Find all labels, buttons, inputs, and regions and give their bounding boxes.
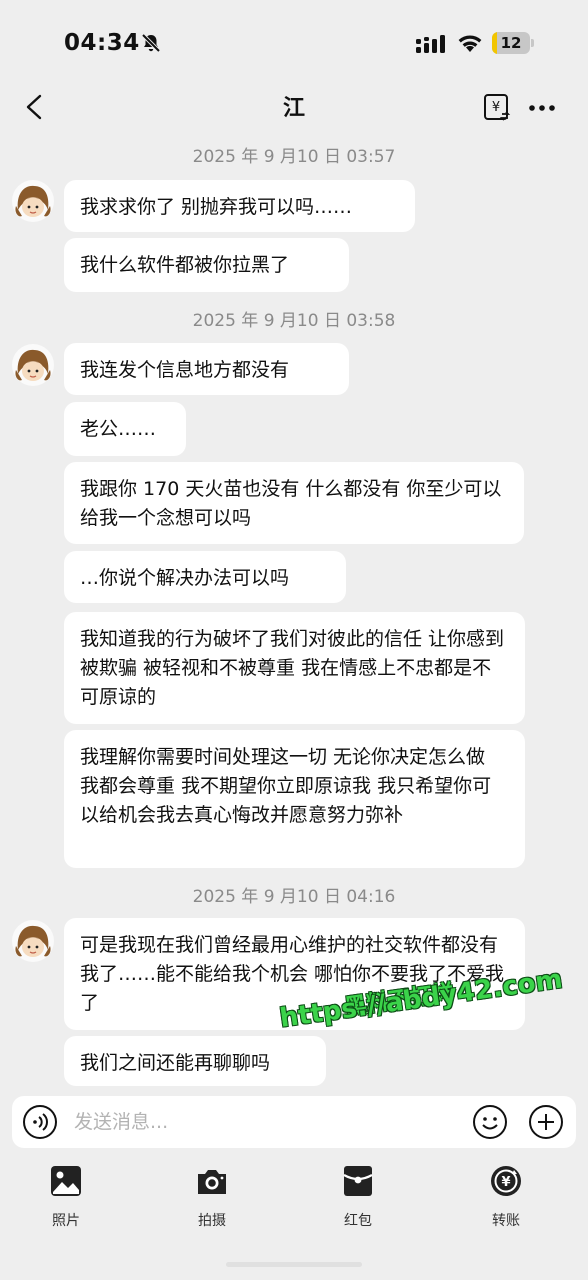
status-time: 04:34 xyxy=(64,30,140,56)
message-timestamp: 2025 年 9 月10 日 04:16 xyxy=(192,887,396,907)
message-bubble: 我跟你 170 天火苗也没有 什么都没有 你至少可以给我一个念想可以吗 xyxy=(64,462,524,544)
voice-icon[interactable] xyxy=(22,1104,58,1140)
message-input[interactable] xyxy=(74,1106,454,1138)
toolbar-label: 照片 xyxy=(52,1213,80,1229)
more-options-icon[interactable] xyxy=(528,94,556,122)
toolbar-photo[interactable]: 照片 xyxy=(26,1164,106,1234)
avatar[interactable] xyxy=(12,180,54,222)
transfer-icon[interactable]: ¥ xyxy=(482,92,512,122)
message-bubble: 我什么软件都被你拉黑了 xyxy=(64,238,349,292)
camera-icon xyxy=(198,1170,226,1194)
message-bubble: 我们之间还能再聊聊吗 xyxy=(64,1036,326,1086)
emoji-icon[interactable] xyxy=(472,1104,508,1140)
battery-text: 12 xyxy=(500,34,522,52)
toolbar-transfer[interactable]: ¥ 转账 xyxy=(466,1164,546,1234)
bell-muted-icon xyxy=(141,33,161,53)
message-bubble: 老公…… xyxy=(64,402,186,456)
toolbar-label: 红包 xyxy=(344,1213,372,1229)
message-timestamp: 2025 年 9 月10 日 03:58 xyxy=(192,311,396,331)
message-bubble: 我连发个信息地方都没有 xyxy=(64,343,349,395)
svg-text:¥: ¥ xyxy=(492,100,500,115)
toolbar-label: 转账 xyxy=(492,1213,520,1229)
red-packet-icon xyxy=(343,1166,373,1196)
chat-header: 江 ¥ xyxy=(0,80,588,134)
avatar[interactable] xyxy=(12,920,54,962)
home-indicator xyxy=(226,1262,362,1267)
message-input-bar xyxy=(12,1096,576,1148)
toolbar-red-packet[interactable]: 红包 xyxy=(318,1164,398,1234)
photo-icon xyxy=(51,1166,81,1196)
transfer-icon: ¥ xyxy=(491,1166,521,1196)
signal-icon xyxy=(416,35,445,53)
toolbar-label: 拍摄 xyxy=(198,1213,226,1229)
svg-text:¥: ¥ xyxy=(501,1175,510,1190)
message-bubble: 我理解你需要时间处理这一切 无论你决定怎么做 我都会尊重 我不期望你立即原谅我 … xyxy=(64,730,525,868)
battery-indicator: 12 xyxy=(492,32,534,54)
message-timestamp: 2025 年 9 月10 日 03:57 xyxy=(192,147,396,167)
status-bar: 04:34 12 xyxy=(0,0,588,80)
avatar[interactable] xyxy=(12,344,54,386)
plus-icon[interactable] xyxy=(528,1104,564,1140)
message-bubble: …你说个解决办法可以吗 xyxy=(64,551,346,603)
wifi-icon xyxy=(458,35,482,52)
message-bubble: 我求求你了 别抛弃我可以吗…… xyxy=(64,180,415,232)
message-bubble: 我知道我的行为破坏了我们对彼此的信任 让你感到被欺骗 被轻视和不被尊重 我在情感… xyxy=(64,612,525,724)
toolbar-camera[interactable]: 拍摄 xyxy=(172,1164,252,1234)
